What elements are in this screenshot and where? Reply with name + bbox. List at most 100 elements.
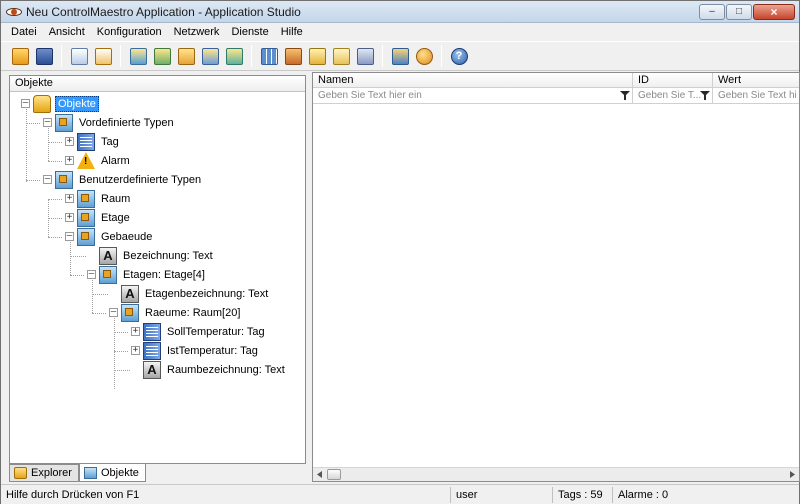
expand-icon[interactable]: + <box>65 194 74 203</box>
filter-input-namen[interactable] <box>313 88 632 103</box>
tree-node-tag[interactable]: + Tag <box>65 132 121 151</box>
menu-bar: Datei Ansicht Konfiguration Netzwerk Die… <box>1 23 799 41</box>
collapse-icon[interactable]: – <box>43 175 52 184</box>
tree-node-label: Raumbezeichnung: Text <box>167 363 285 376</box>
text-icon: A <box>121 284 139 303</box>
expand-icon[interactable]: + <box>65 137 74 146</box>
expand-icon[interactable]: + <box>131 327 140 336</box>
menu-hilfe[interactable]: Hilfe <box>275 26 309 38</box>
filter-row <box>313 88 799 104</box>
expand-icon[interactable]: + <box>131 346 140 355</box>
collapse-icon[interactable]: – <box>65 232 74 241</box>
expand-icon[interactable]: + <box>65 213 74 222</box>
tree-node-raeume[interactable]: – Raeume: Raum[20] <box>109 303 242 322</box>
help-button[interactable]: ? <box>448 45 470 67</box>
new-button[interactable] <box>9 45 31 67</box>
collapse-icon[interactable]: – <box>43 118 52 127</box>
tree-node-gebaeude[interactable]: – Gebaeude <box>65 227 154 246</box>
tree-node-objekte[interactable]: – Objekte <box>21 94 99 113</box>
filter-icon[interactable] <box>619 90 630 101</box>
wizard-3-icon <box>177 47 195 65</box>
save-button[interactable] <box>33 45 55 67</box>
wizard-3-button[interactable] <box>175 45 197 67</box>
scrollbar-thumb[interactable] <box>327 469 341 480</box>
collapse-icon[interactable]: – <box>87 270 96 279</box>
chart-button[interactable] <box>306 45 328 67</box>
menu-dienste[interactable]: Dienste <box>225 26 274 38</box>
scroll-right-icon[interactable] <box>785 468 799 481</box>
document-icon <box>70 47 88 65</box>
collapse-icon[interactable]: – <box>109 308 118 317</box>
status-bar: Hilfe durch Drücken von F1 user Tags : 5… <box>1 484 799 504</box>
minimize-button[interactable]: – <box>699 4 725 20</box>
title-bar[interactable]: Neu ControlMaestro Application - Applica… <box>1 1 799 23</box>
application-window: Neu ControlMaestro Application - Applica… <box>0 0 800 504</box>
column-header-wert[interactable]: Wert <box>713 73 799 87</box>
tag-alert-button[interactable] <box>92 45 114 67</box>
tree-node-etage[interactable]: + Etage <box>65 208 132 227</box>
sheet-button[interactable] <box>330 45 352 67</box>
tab-explorer[interactable]: Explorer <box>9 464 79 482</box>
tree-node-etagenbezeichnung[interactable]: A Etagenbezeichnung: Text <box>121 284 270 303</box>
tab-label: Objekte <box>100 466 139 479</box>
minimize-icon: – <box>709 6 715 17</box>
wizard-5-button[interactable] <box>223 45 245 67</box>
tree-node-benutzerdefinierte-typen[interactable]: – Benutzerdefinierte Typen <box>43 170 203 189</box>
maximize-button[interactable]: □ <box>726 4 752 20</box>
column-header-id[interactable]: ID <box>633 73 713 87</box>
scroll-left-icon[interactable] <box>313 468 327 481</box>
grid-button[interactable] <box>258 45 280 67</box>
filter-icon[interactable] <box>699 90 710 101</box>
wizard-2-button[interactable] <box>151 45 173 67</box>
tree-node-solltemperatur[interactable]: + SollTemperatur: Tag <box>131 322 267 341</box>
user-button[interactable] <box>389 45 411 67</box>
wizard-4-button[interactable] <box>199 45 221 67</box>
column-header-namen[interactable]: Namen <box>313 73 633 87</box>
horizontal-scrollbar[interactable] <box>313 467 799 481</box>
expand-icon[interactable]: + <box>65 156 74 165</box>
network-button[interactable] <box>413 45 435 67</box>
tab-objekte[interactable]: Objekte <box>78 464 146 482</box>
text-icon: A <box>143 360 161 379</box>
tree-node-label: Raeume: Raum[20] <box>145 306 241 319</box>
tree-node-bezeichnung[interactable]: A Bezeichnung: Text <box>99 246 215 265</box>
filter-cell-id <box>633 88 713 103</box>
tree-node-label: Gebaeude <box>101 230 153 243</box>
menu-netzwerk[interactable]: Netzwerk <box>168 26 226 38</box>
tree-node-alarm[interactable]: + Alarm <box>65 151 132 170</box>
app-eye-icon <box>6 6 22 18</box>
toolbar-separator <box>441 45 442 67</box>
toolbar-separator <box>251 45 252 67</box>
chart-icon <box>308 47 326 65</box>
tree-node-label: SollTemperatur: Tag <box>167 325 265 338</box>
close-button[interactable]: × <box>753 4 795 20</box>
collapse-icon[interactable]: – <box>21 99 30 108</box>
tree-node-raumbezeichnung[interactable]: A Raumbezeichnung: Text <box>143 360 287 379</box>
image-button[interactable] <box>282 45 304 67</box>
explorer-icon <box>14 467 27 479</box>
tag-icon <box>77 132 95 151</box>
tree-node-etagen[interactable]: – Etagen: Etage[4] <box>87 265 207 284</box>
tree-node-label: Alarm <box>101 154 130 167</box>
type-icon <box>55 170 73 189</box>
toolbar-separator <box>382 45 383 67</box>
tree-node-label: Vordefinierte Typen <box>79 116 174 129</box>
copy-button[interactable] <box>354 45 376 67</box>
toolbar: ? <box>1 41 799 71</box>
tree-node-isttemperatur[interactable]: + IstTemperatur: Tag <box>131 341 260 360</box>
menu-datei[interactable]: Datei <box>5 26 43 38</box>
grid-header: Namen ID Wert <box>313 73 799 88</box>
tree-node-raum[interactable]: + Raum <box>65 189 132 208</box>
filter-input-wert[interactable] <box>713 88 799 103</box>
database-icon <box>33 94 51 113</box>
alarm-icon <box>77 151 95 169</box>
tree-node-label: Tag <box>101 135 119 148</box>
user-icon <box>391 47 409 65</box>
menu-ansicht[interactable]: Ansicht <box>43 26 91 38</box>
wizard-1-button[interactable] <box>127 45 149 67</box>
menu-konfiguration[interactable]: Konfiguration <box>91 26 168 38</box>
tree-node-label: Benutzerdefinierte Typen <box>79 173 202 186</box>
document-button[interactable] <box>68 45 90 67</box>
tree-node-vordefinierte-typen[interactable]: – Vordefinierte Typen <box>43 113 176 132</box>
type-icon <box>77 208 95 227</box>
